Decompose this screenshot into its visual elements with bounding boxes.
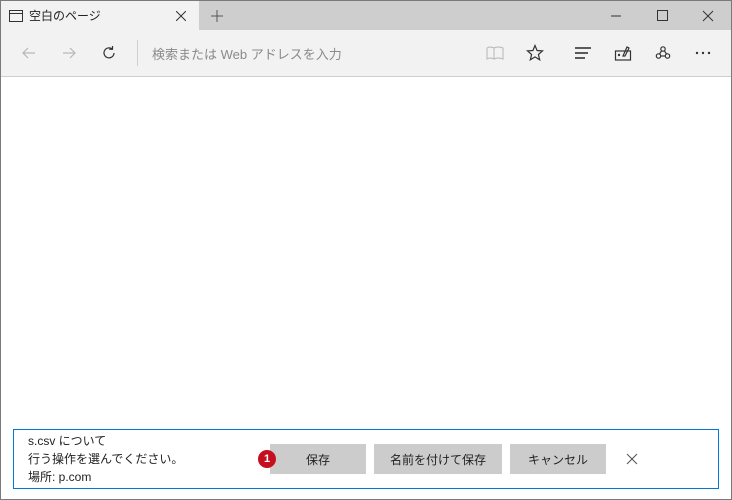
save-button[interactable]: 保存 <box>270 444 366 474</box>
forward-button[interactable] <box>49 33 89 73</box>
maximize-button[interactable] <box>639 1 685 30</box>
notes-icon[interactable] <box>603 33 643 73</box>
favorites-icon[interactable] <box>515 33 555 73</box>
save-as-button[interactable]: 名前を付けて保存 <box>374 444 502 474</box>
cancel-button[interactable]: キャンセル <box>510 444 606 474</box>
hub-icon[interactable] <box>563 33 603 73</box>
toolbar-separator <box>137 40 138 66</box>
new-tab-button[interactable] <box>199 1 235 30</box>
download-close-button[interactable] <box>610 437 654 481</box>
tab-active[interactable]: 空白のページ <box>1 1 199 30</box>
download-location-line: 場所: p.com <box>28 468 270 486</box>
download-filename-line: s.csv について <box>28 432 270 450</box>
page-content: s.csv について 行う操作を選んでください。 場所: p.com 1 保存 … <box>1 77 731 499</box>
browser-window: 空白のページ 検索または Web アドレスを入力 <box>0 0 732 500</box>
titlebar: 空白のページ <box>1 1 731 30</box>
address-bar[interactable]: 検索または Web アドレスを入力 <box>142 37 475 69</box>
back-button[interactable] <box>9 33 49 73</box>
minimize-button[interactable] <box>593 1 639 30</box>
toolbar: 検索または Web アドレスを入力 <box>1 30 731 77</box>
reading-view-icon[interactable] <box>475 33 515 73</box>
share-icon[interactable] <box>643 33 683 73</box>
annotation-badge: 1 <box>258 450 276 468</box>
tab-title: 空白のページ <box>29 7 169 24</box>
toolbar-right-group <box>475 33 723 73</box>
download-buttons: 保存 名前を付けて保存 キャンセル <box>270 444 606 474</box>
tab-close-button[interactable] <box>169 4 193 28</box>
download-notification-bar: s.csv について 行う操作を選んでください。 場所: p.com 1 保存 … <box>13 429 719 489</box>
page-icon <box>9 9 23 23</box>
close-button[interactable] <box>685 1 731 30</box>
titlebar-drag-area[interactable] <box>235 1 593 30</box>
address-placeholder: 検索または Web アドレスを入力 <box>152 44 342 63</box>
download-message: s.csv について 行う操作を選んでください。 場所: p.com <box>28 432 270 486</box>
more-icon[interactable] <box>683 33 723 73</box>
download-prompt-line: 行う操作を選んでください。 <box>28 450 270 468</box>
refresh-button[interactable] <box>89 33 129 73</box>
